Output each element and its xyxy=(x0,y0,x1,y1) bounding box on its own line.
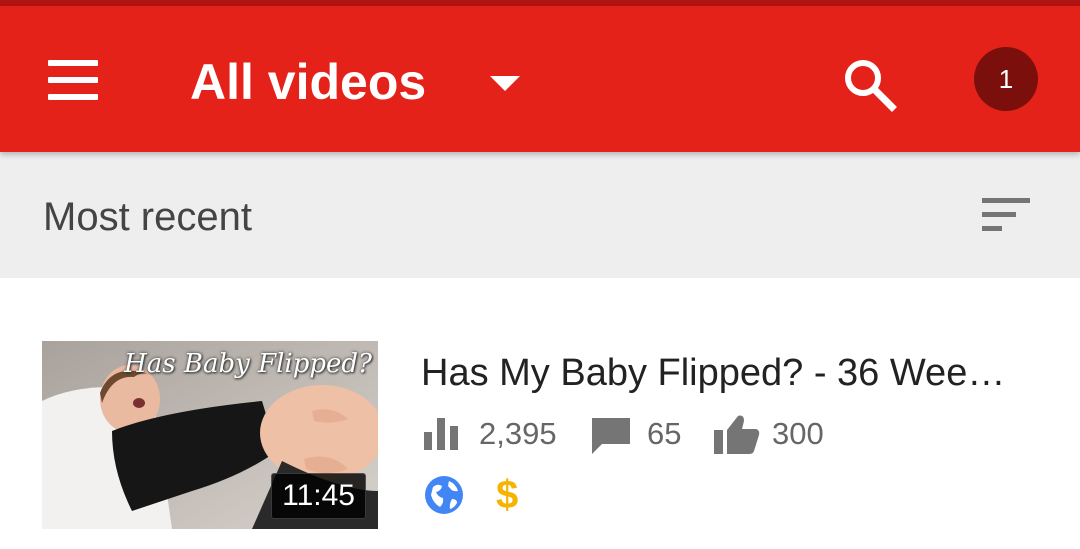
comment-icon xyxy=(592,418,630,454)
comments-stat: 65 xyxy=(590,414,700,454)
comments-count: 65 xyxy=(647,416,682,451)
video-duration: 11:45 xyxy=(271,473,366,519)
likes-count: 300 xyxy=(772,416,824,451)
page-title[interactable]: All videos xyxy=(190,52,426,112)
views-stat: 2,395 xyxy=(424,414,564,454)
sort-label: Most recent xyxy=(43,195,252,239)
video-thumbnail[interactable]: Has Baby Flipped? 11:45 xyxy=(42,341,378,529)
bar-chart-icon xyxy=(424,418,458,450)
list-item[interactable]: Has Baby Flipped? 11:45 Has My Baby Flip… xyxy=(0,278,1080,549)
likes-stat: 300 xyxy=(714,414,834,454)
thumbs-up-icon xyxy=(714,415,760,454)
sort-bar: Most recent xyxy=(0,152,1080,278)
notification-avatar-badge[interactable]: 1 xyxy=(974,47,1038,111)
dropdown-arrow-icon[interactable] xyxy=(490,76,520,92)
video-title[interactable]: Has My Baby Flipped? - 36 Wee… xyxy=(421,350,1041,396)
dollar-icon: $ xyxy=(496,473,519,517)
sort-icon[interactable] xyxy=(980,196,1032,234)
search-icon[interactable] xyxy=(842,57,898,113)
menu-icon[interactable] xyxy=(48,60,100,102)
globe-icon xyxy=(425,476,463,514)
thumbnail-caption: Has Baby Flipped? xyxy=(124,349,372,379)
app-bar: All videos 1 xyxy=(0,6,1080,152)
views-count: 2,395 xyxy=(479,416,557,451)
